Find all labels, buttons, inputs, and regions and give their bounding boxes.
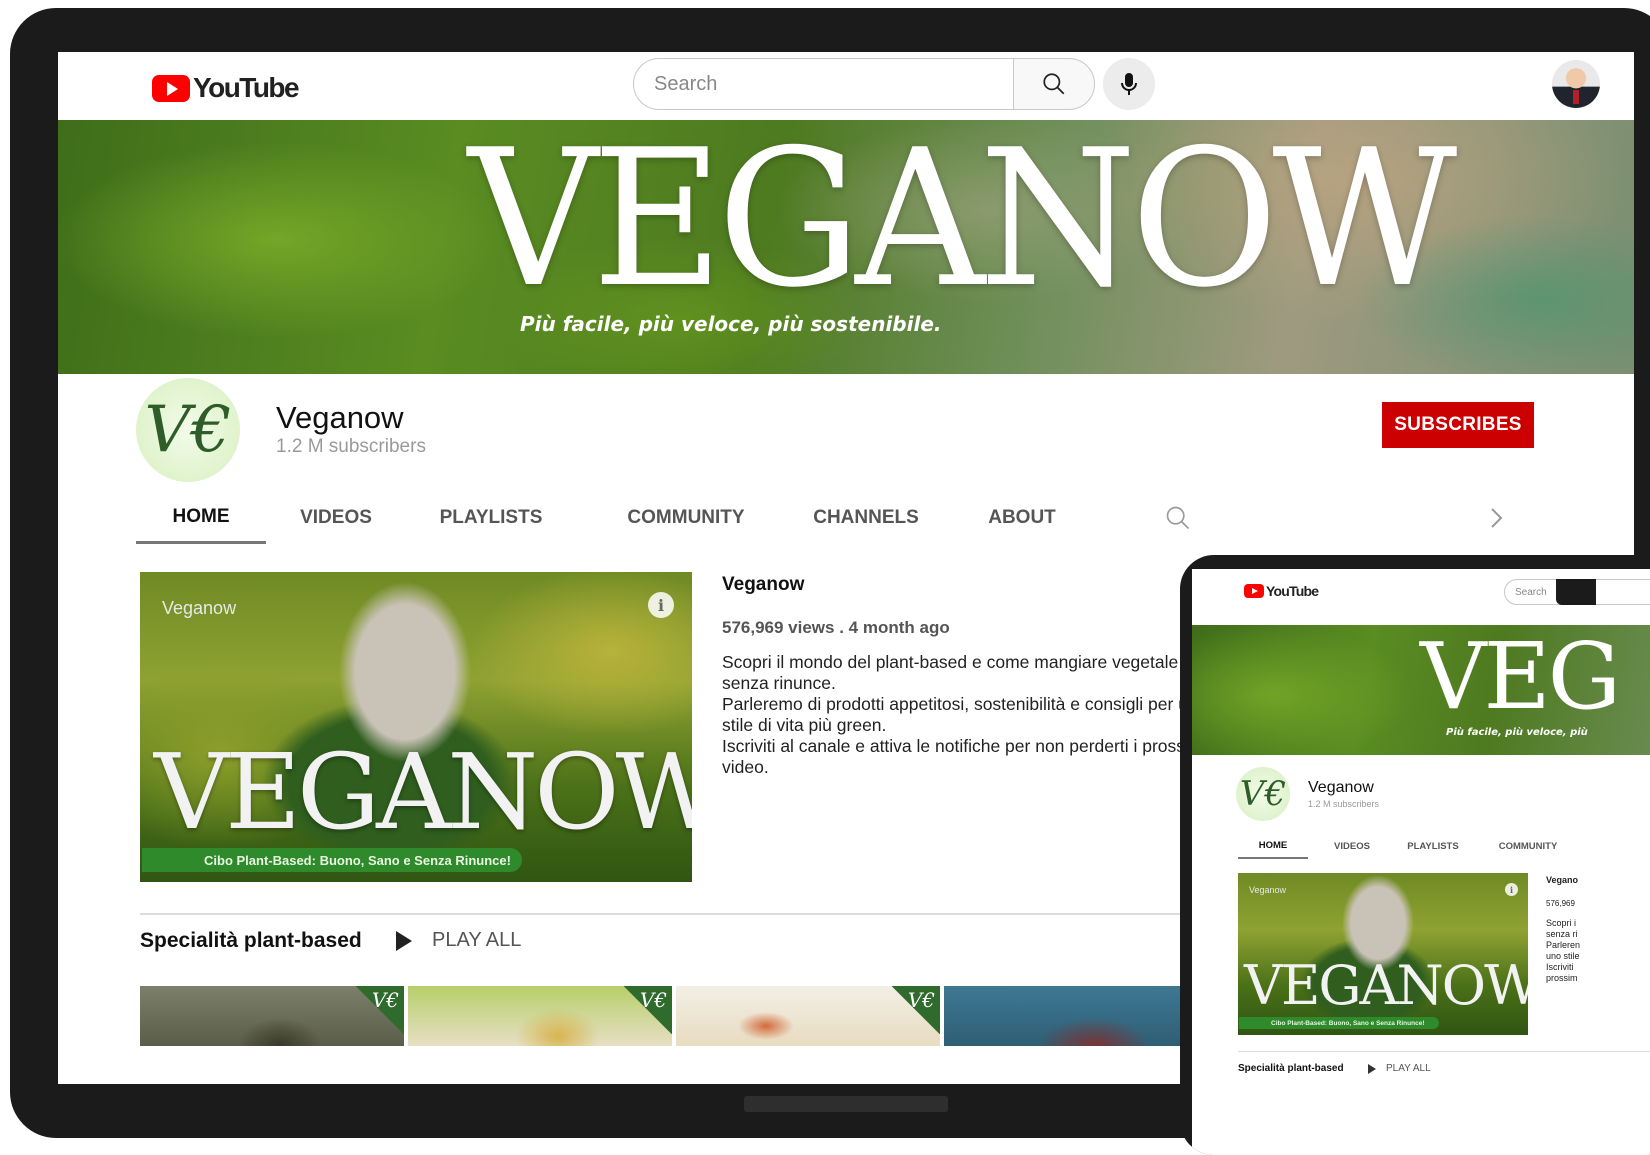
thumbnail-title: VEGANOW xyxy=(154,731,692,853)
video-thumbnail[interactable]: V€ xyxy=(140,986,404,1046)
youtube-logo[interactable]: YouTube xyxy=(152,72,300,104)
video-thumbnail[interactable]: V€ xyxy=(408,986,672,1046)
video-thumbnail[interactable]: V€ xyxy=(676,986,940,1046)
tablet-desc-line: Iscriviti xyxy=(1546,962,1574,972)
section-divider xyxy=(140,913,1260,915)
microphone-icon xyxy=(1121,73,1137,95)
tablet-youtube-logo[interactable]: YouTube xyxy=(1244,583,1319,599)
veganow-badge: V€ xyxy=(624,986,672,1034)
top-bar: YouTube Search xyxy=(58,52,1634,120)
thumbnail-caption: Cibo Plant-Based: Buono, Sano e Senza Ri… xyxy=(142,848,522,872)
tab-home[interactable]: HOME xyxy=(136,492,266,544)
tablet-logo-text: YouTube xyxy=(1266,583,1319,599)
tablet-thumbnail-channel: Veganow xyxy=(1249,885,1287,895)
tablet-channel-banner: VEG Più facile, più veloce, più xyxy=(1192,625,1650,755)
tablet-tab-home[interactable]: HOME xyxy=(1238,833,1308,859)
channel-search-icon[interactable] xyxy=(1164,504,1192,532)
description-line: Scopri il mondo del plant-based e come m… xyxy=(722,652,1179,693)
youtube-play-icon xyxy=(1244,584,1264,598)
tablet-banner-title: VEG xyxy=(1420,625,1621,730)
tab-community[interactable]: COMMUNITY xyxy=(606,492,766,544)
tablet-play-all-button[interactable]: PLAY ALL xyxy=(1368,1063,1431,1074)
tablet-tab-community[interactable]: COMMUNITY xyxy=(1488,833,1568,859)
user-avatar[interactable] xyxy=(1552,60,1600,108)
banner-title: VEGANOW xyxy=(468,120,1457,330)
youtube-logo-text: YouTube xyxy=(193,72,300,103)
tablet-tab-playlists[interactable]: PLAYLISTS xyxy=(1398,833,1468,859)
tablet-thumbnail-caption: Cibo Plant-Based: Buono, Sano e Senza Ri… xyxy=(1239,1017,1439,1029)
voice-search-button[interactable] xyxy=(1103,58,1155,110)
tablet-channel-avatar[interactable]: V€ xyxy=(1236,767,1290,821)
play-all-button[interactable]: PLAY ALL xyxy=(396,929,521,952)
tablet-device: YouTube Search VEG Più facile, più veloc… xyxy=(1180,555,1650,1155)
channel-banner: VEGANOW Più facile, più veloce, più sost… xyxy=(58,120,1634,374)
play-all-label: PLAY ALL xyxy=(432,929,522,951)
veganow-badge: V€ xyxy=(892,986,940,1034)
tablet-play-all-label: PLAY ALL xyxy=(1386,1063,1431,1074)
laptop-trackpad-notch xyxy=(744,1096,948,1112)
tablet-desc-title: Vegano xyxy=(1546,875,1579,885)
tablet-banner-tagline: Più facile, più veloce, più xyxy=(1446,727,1588,738)
tablet-desc-line: prossim xyxy=(1546,973,1578,983)
featured-video-thumbnail[interactable]: Veganow i VEGANOW Cibo Plant-Based: Buon… xyxy=(140,572,692,882)
tab-about[interactable]: ABOUT xyxy=(962,492,1082,544)
tablet-screen: YouTube Search VEG Più facile, più veloc… xyxy=(1192,569,1650,1155)
banner-tagline: Più facile, più veloce, più sostenibile. xyxy=(520,312,942,336)
tab-videos[interactable]: VIDEOS xyxy=(278,492,394,544)
shelf-title[interactable]: Specialità plant-based xyxy=(140,929,362,953)
tab-channels[interactable]: CHANNELS xyxy=(796,492,936,544)
description-line: Iscriviti al canale e attiva le notifich… xyxy=(722,736,1208,777)
tab-playlists[interactable]: PLAYLISTS xyxy=(426,492,556,544)
veganow-badge: V€ xyxy=(356,986,404,1034)
tablet-desc-line: Parleren xyxy=(1546,940,1581,950)
tablet-frame-edge xyxy=(1556,579,1596,605)
search-input[interactable]: Search xyxy=(633,58,1013,110)
tablet-shelf-title[interactable]: Specialità plant-based xyxy=(1238,1063,1344,1074)
tablet-featured-thumbnail[interactable]: Veganow i VEGANOW Cibo Plant-Based: Buon… xyxy=(1238,873,1528,1035)
tablet-section-divider xyxy=(1238,1051,1650,1052)
search-button[interactable] xyxy=(1013,58,1095,110)
subscriber-count: 1.2 M subscribers xyxy=(276,436,426,457)
thumbnail-channel-label: Veganow xyxy=(162,598,237,618)
tablet-thumbnail-title: VEGANOW xyxy=(1244,954,1528,1017)
channel-avatar[interactable]: V€ xyxy=(136,378,240,482)
chevron-right-icon[interactable] xyxy=(1484,504,1508,532)
subscribe-button[interactable]: SUBSCRIBES xyxy=(1382,402,1534,448)
tablet-desc-line: senza ri xyxy=(1546,929,1578,939)
description-line: Parleremo di prodotti appetitosi, sosten… xyxy=(722,694,1208,735)
featured-video-meta: 576,969 views . 4 month ago xyxy=(722,618,950,637)
info-icon[interactable]: i xyxy=(1505,883,1518,896)
channel-tabs: HOME VIDEOS PLAYLISTS COMMUNITY CHANNELS… xyxy=(136,492,1556,544)
tablet-desc-line: Scopri i xyxy=(1546,918,1577,928)
tablet-subscriber-count: 1.2 M subscribers xyxy=(1308,799,1380,809)
tablet-tab-videos[interactable]: VIDEOS xyxy=(1322,833,1382,859)
youtube-play-icon xyxy=(152,74,190,102)
tablet-channel-name: Veganow xyxy=(1308,779,1374,796)
tablet-desc-meta: 576,969 xyxy=(1546,899,1575,908)
video-thumbnail[interactable] xyxy=(944,986,1208,1046)
channel-name: Veganow xyxy=(276,400,404,435)
channel-logo-glyph: V€ xyxy=(144,393,232,467)
search-icon xyxy=(1043,73,1065,95)
tablet-desc-line: uno stile xyxy=(1546,951,1580,961)
info-icon[interactable]: i xyxy=(648,592,674,618)
play-icon xyxy=(396,930,412,951)
play-icon xyxy=(1368,1063,1376,1074)
featured-video-description: Scopri il mondo del plant-based e come m… xyxy=(722,652,1212,778)
featured-video-title[interactable]: Veganow xyxy=(722,574,804,596)
